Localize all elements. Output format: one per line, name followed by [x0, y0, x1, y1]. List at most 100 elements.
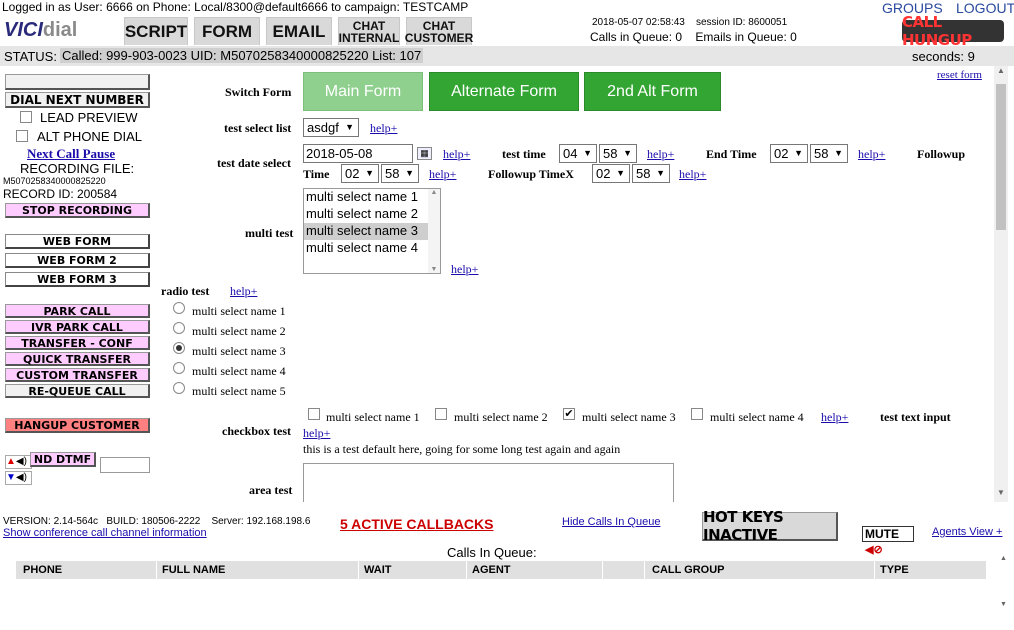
mute-button[interactable]: MUTE ◀⊘ — [862, 526, 914, 556]
reset-form-link[interactable]: reset form — [937, 69, 982, 81]
agents-view-link[interactable]: Agents View + — [932, 526, 1002, 538]
mute-speaker-icon: ◀⊘ — [865, 544, 883, 556]
followup-timex-minute[interactable]: 58 ▼ — [632, 164, 670, 183]
end-time-hour[interactable]: 02 ▼ — [770, 144, 808, 163]
main-scrollbar[interactable]: ▲ ▼ — [994, 66, 1008, 502]
col-full-name: FULL NAME — [162, 564, 226, 576]
blank-button[interactable] — [5, 74, 150, 90]
web-form-button[interactable]: WEB FORM — [5, 234, 150, 249]
scrollbar-thumb[interactable] — [996, 84, 1006, 230]
volume-down-icon: ▼ — [6, 472, 16, 483]
help-link-time[interactable]: help+ — [647, 147, 674, 162]
chevron-down-icon: ▼ — [623, 148, 632, 158]
test-time-minute[interactable]: 58 ▼ — [599, 144, 637, 163]
web-form-3-button[interactable]: WEB FORM 3 — [5, 272, 150, 287]
second-alt-form-button[interactable]: 2nd Alt Form — [584, 72, 721, 111]
help-link-date[interactable]: help+ — [443, 147, 470, 162]
calendar-icon[interactable]: ▦ — [417, 147, 432, 160]
requeue-call-button[interactable]: RE-QUEUE CALL — [5, 384, 150, 398]
lead-preview-checkbox[interactable] — [20, 111, 32, 123]
hangup-customer-button[interactable]: HANGUP CUSTOMER — [5, 418, 150, 433]
form-area: reset form Switch Form Main Form Alterna… — [158, 66, 994, 502]
tab-chat-customer[interactable]: CHAT CUSTOMER — [405, 17, 473, 45]
stop-recording-button[interactable]: STOP RECORDING — [5, 203, 150, 218]
switch-form-label: Switch Form — [225, 85, 292, 99]
custom-transfer-button[interactable]: CUSTOM TRANSFER — [5, 368, 150, 382]
test-select-dropdown[interactable]: asdgf ▼ — [303, 118, 359, 137]
multi-select-list[interactable]: multi select name 1 multi select name 2 … — [303, 188, 441, 274]
scroll-down-icon[interactable]: ▼ — [1000, 601, 1007, 608]
transfer-conf-button[interactable]: TRANSFER - CONF — [5, 336, 150, 350]
main-form-button[interactable]: Main Form — [303, 72, 423, 111]
show-conference-link[interactable]: Show conference call channel information — [3, 527, 207, 539]
datetime: 2018-05-07 02:58:43 — [592, 17, 685, 28]
help-link-checkbox-2[interactable]: help+ — [303, 426, 330, 441]
help-link-checkbox-1[interactable]: help+ — [821, 410, 848, 425]
park-call-button[interactable]: PARK CALL — [5, 304, 150, 318]
scroll-up-icon[interactable]: ▲ — [1000, 555, 1007, 562]
volume-down-button[interactable]: ▼◀) — [5, 471, 32, 485]
checkbox-option-2[interactable] — [435, 408, 447, 420]
volume-up-icon: ▲ — [6, 456, 16, 467]
status-label: STATUS: — [4, 49, 57, 64]
dial-next-button[interactable]: DIAL NEXT NUMBER — [5, 92, 150, 108]
checkbox-option-3[interactable]: ✔ — [563, 408, 575, 420]
followup-timex-hour[interactable]: 02 ▼ — [592, 164, 630, 183]
speaker-icon-2: ◀) — [15, 472, 27, 483]
checkbox-option-1[interactable] — [308, 408, 320, 420]
multi-option-1[interactable]: multi select name 1 — [304, 189, 440, 206]
speaker-icon: ◀) — [15, 456, 27, 467]
active-callbacks-link[interactable]: 5 ACTIVE CALLBACKS — [340, 516, 494, 532]
hot-keys-button[interactable]: HOT KEYS INACTIVE — [702, 508, 838, 544]
checkbox-option-4[interactable] — [691, 408, 703, 420]
tab-form[interactable]: FORM — [194, 17, 260, 45]
quick-transfer-button[interactable]: QUICK TRANSFER — [5, 352, 150, 366]
help-link-end-time[interactable]: help+ — [858, 147, 885, 162]
alternate-form-button[interactable]: Alternate Form — [429, 72, 579, 111]
queue-table-header: PHONE FULL NAME WAIT AGENT CALL GROUP TY… — [16, 561, 986, 579]
queue-scrollbar[interactable]: ▲ ▼ — [1000, 555, 1010, 615]
column-divider — [358, 561, 359, 579]
send-dtmf-button[interactable]: ND DTMF — [30, 452, 96, 467]
radio-option-2[interactable] — [173, 322, 185, 334]
help-link-radio[interactable]: help+ — [230, 284, 257, 299]
tab-script[interactable]: SCRIPT — [124, 17, 188, 45]
dtmf-input[interactable] — [100, 457, 150, 473]
end-time-hour-value: 02 — [774, 146, 789, 161]
scroll-up-icon[interactable]: ▲ — [994, 66, 1008, 80]
test-time-hour[interactable]: 04 ▼ — [559, 144, 597, 163]
ivr-park-call-button[interactable]: IVR PARK CALL — [5, 320, 150, 334]
tab-email[interactable]: EMAIL — [266, 17, 332, 45]
emails-in-queue-count: Emails in Queue: 0 — [695, 30, 797, 44]
col-agent: AGENT — [472, 564, 511, 576]
next-call-pause-link[interactable]: Next Call Pause — [27, 146, 115, 162]
help-link-multi[interactable]: help+ — [451, 262, 478, 277]
multi-select-scrollbar[interactable]: ▲ ▼ — [428, 189, 440, 273]
followup-label: Followup — [917, 147, 966, 161]
hide-calls-link[interactable]: Hide Calls In Queue — [562, 516, 660, 528]
radio-option-4[interactable] — [173, 362, 185, 374]
radio-option-5[interactable] — [173, 382, 185, 394]
multi-option-3[interactable]: multi select name 3 — [304, 223, 440, 240]
scroll-down-icon[interactable]: ▼ — [994, 488, 1008, 502]
web-form-2-button[interactable]: WEB FORM 2 — [5, 253, 150, 268]
test-date-input[interactable]: 2018-05-08 — [303, 144, 413, 163]
followup-hour[interactable]: 02 ▼ — [341, 164, 379, 183]
followup-minute[interactable]: 58 ▼ — [381, 164, 419, 183]
volume-up-button[interactable]: ▲◀) — [5, 455, 32, 469]
area-test-textarea[interactable] — [303, 463, 674, 502]
scroll-up-icon: ▲ — [430, 189, 438, 196]
column-divider — [874, 561, 875, 579]
help-link-select[interactable]: help+ — [370, 121, 397, 136]
multi-option-2[interactable]: multi select name 2 — [304, 206, 440, 223]
hot-keys-label: HOT KEYS INACTIVE — [703, 508, 784, 544]
call-hungup-label: CALL HUNGUP — [902, 13, 972, 49]
alt-phone-checkbox[interactable] — [16, 130, 28, 142]
multi-option-4[interactable]: multi select name 4 — [304, 240, 440, 257]
help-link-followup[interactable]: help+ — [429, 167, 456, 182]
help-link-followup-timex[interactable]: help+ — [679, 167, 706, 182]
end-time-minute[interactable]: 58 ▼ — [810, 144, 848, 163]
radio-option-3[interactable] — [173, 342, 185, 354]
radio-option-1[interactable] — [173, 302, 185, 314]
tab-chat-internal[interactable]: CHAT INTERNAL — [338, 17, 400, 45]
